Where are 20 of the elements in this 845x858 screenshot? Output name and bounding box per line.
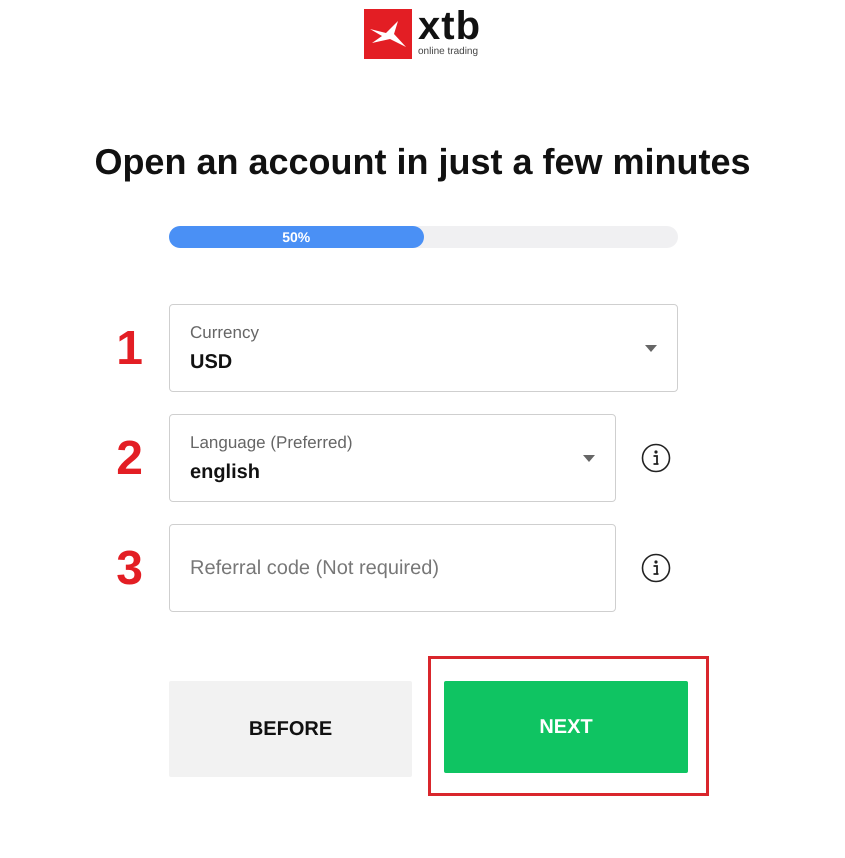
- step-number: 2: [115, 430, 144, 486]
- field-label: Language (Preferred): [190, 432, 353, 452]
- info-icon[interactable]: [641, 443, 671, 473]
- page-title: Open an account in just a few minutes: [93, 140, 752, 184]
- brand-name: xtb: [418, 6, 481, 46]
- back-button[interactable]: BEFORE: [169, 681, 412, 777]
- select-field[interactable]: Language (Preferred) english: [169, 414, 616, 502]
- input-field[interactable]: Referral code (Not required): [169, 524, 616, 612]
- caret-icon: [645, 344, 657, 352]
- progress-label: 50%: [282, 229, 310, 245]
- field-label: Currency: [190, 322, 259, 342]
- step-number: 3: [115, 540, 144, 596]
- logo-icon: [364, 9, 412, 59]
- caret-icon: [583, 454, 595, 462]
- field-value: english: [190, 460, 262, 484]
- info-icon[interactable]: [641, 553, 671, 583]
- step-number: 1: [115, 320, 144, 376]
- field-value: USD: [190, 350, 234, 374]
- brand-tagline: online trading: [418, 46, 480, 56]
- select-field[interactable]: Currency USD: [169, 304, 678, 392]
